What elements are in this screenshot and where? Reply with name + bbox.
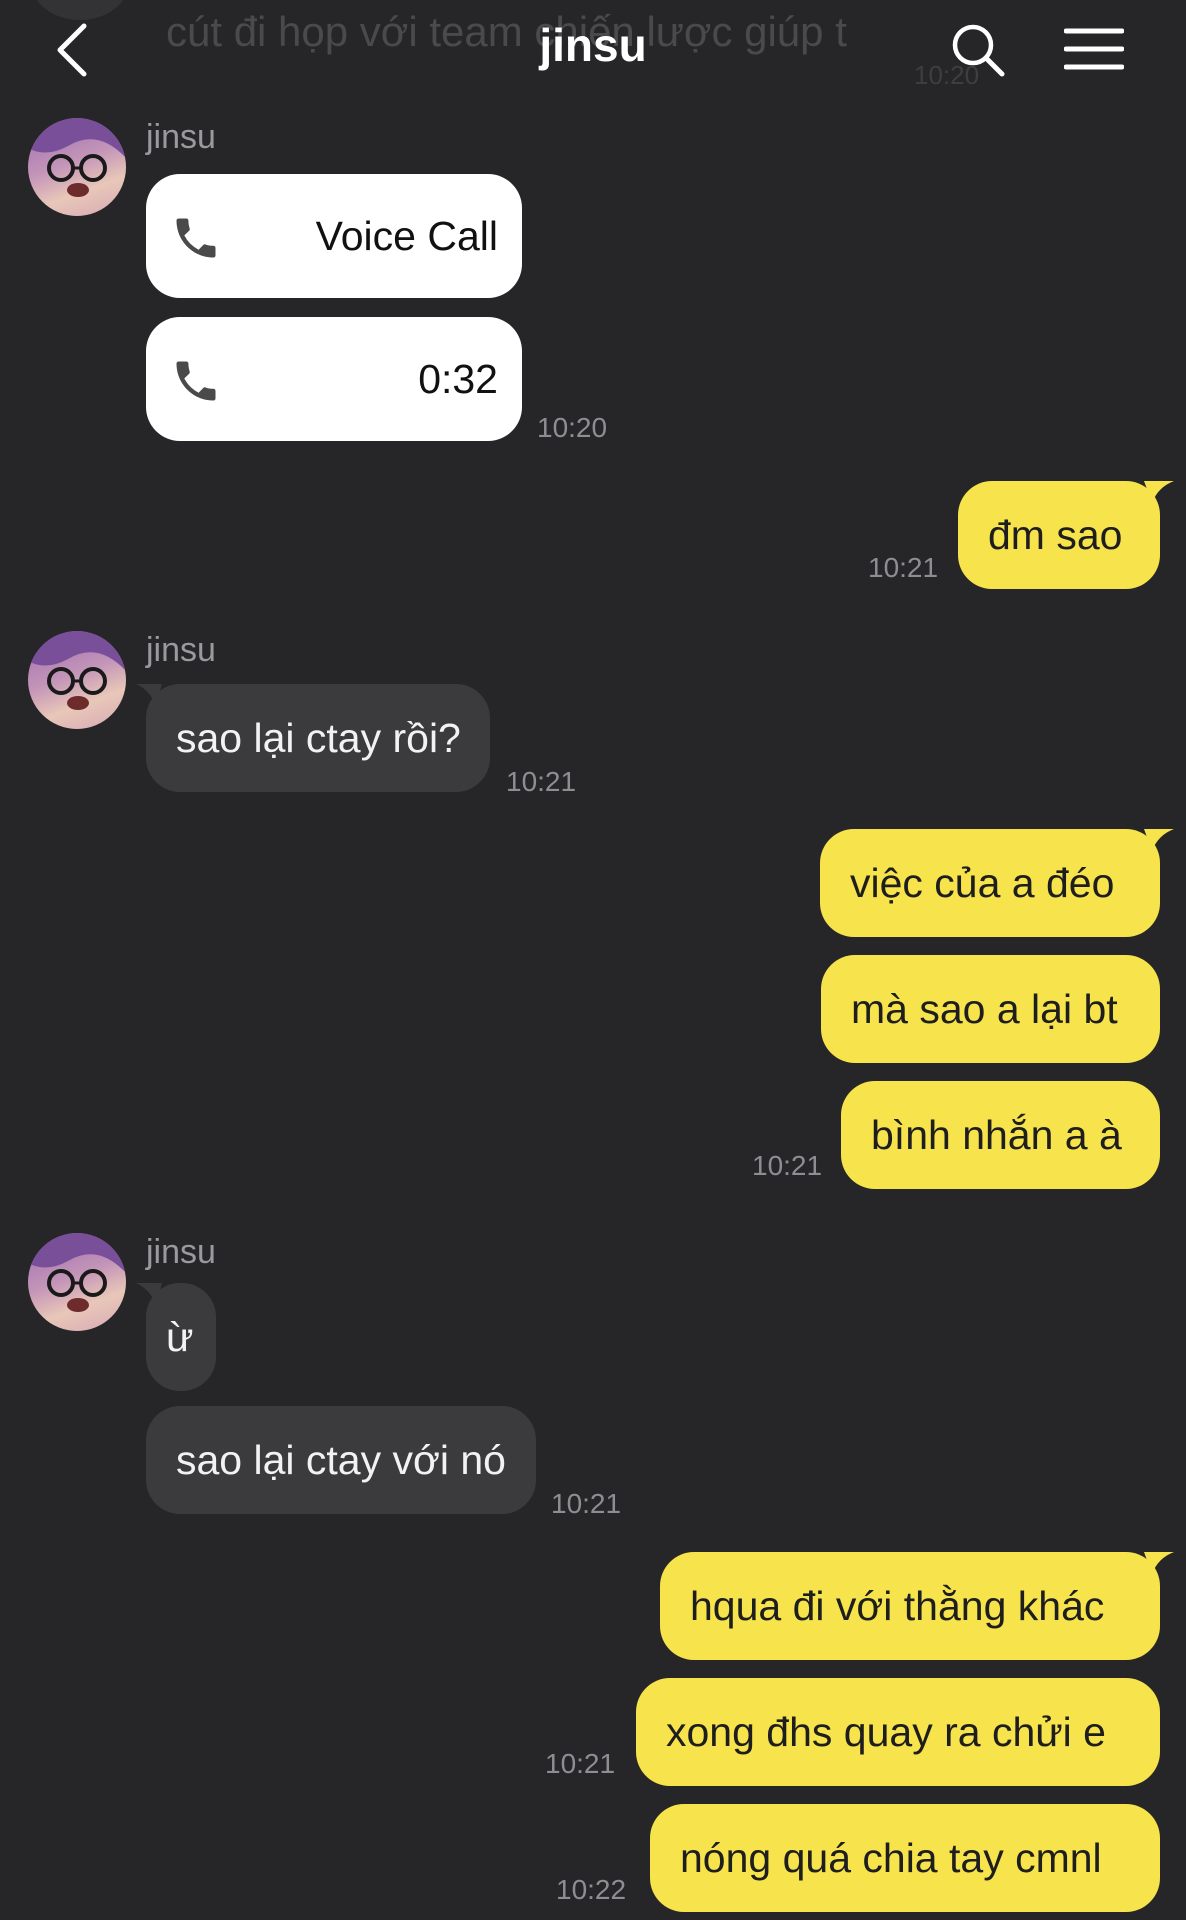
message-time: 10:20 xyxy=(537,412,608,443)
outgoing-message[interactable]: bình nhắn a à xyxy=(841,1081,1160,1189)
avatar[interactable] xyxy=(28,631,126,729)
chat-header: cút đi họp với team chiến lược giúp t 10… xyxy=(0,0,1186,110)
bubble-tail xyxy=(1144,829,1174,851)
sender-name: jinsu xyxy=(146,631,216,669)
phone-icon xyxy=(176,361,216,401)
outgoing-message[interactable]: xong đhs quay ra chửi e xyxy=(636,1678,1160,1786)
outgoing-message[interactable]: hqua đi với thằng khác xyxy=(660,1552,1160,1660)
voice-call-label: Voice Call xyxy=(315,213,498,259)
outgoing-message[interactable]: việc của a đéo xyxy=(820,829,1160,937)
menu-icon[interactable] xyxy=(1064,26,1124,72)
phone-icon xyxy=(176,218,216,258)
message-time: 10:22 xyxy=(556,1874,627,1905)
back-icon[interactable] xyxy=(52,22,92,78)
avatar[interactable] xyxy=(28,118,126,216)
message-time: 10:21 xyxy=(752,1150,823,1181)
message-time: 10:21 xyxy=(868,552,939,583)
incoming-message[interactable]: ừ xyxy=(146,1283,216,1391)
bubble-tail xyxy=(1144,1552,1174,1574)
avatar[interactable] xyxy=(28,1233,126,1331)
message-time: 10:21 xyxy=(545,1748,616,1779)
outgoing-message[interactable]: đm sao xyxy=(958,481,1160,589)
call-duration-label: 0:32 xyxy=(418,356,498,402)
voice-call-bubble[interactable]: Voice Call xyxy=(146,174,522,298)
chat-title: jinsu xyxy=(539,19,647,71)
incoming-message[interactable]: sao lại ctay rồi? xyxy=(146,684,490,792)
call-duration-bubble[interactable]: 0:32 xyxy=(146,317,522,441)
bubble-tail xyxy=(1144,481,1174,503)
sender-name: jinsu xyxy=(146,1233,216,1271)
ghost-avatar xyxy=(30,0,130,20)
message-time: 10:21 xyxy=(551,1488,622,1519)
sender-name: jinsu xyxy=(146,118,216,156)
search-icon[interactable] xyxy=(948,20,1008,80)
outgoing-message[interactable]: nóng quá chia tay cmnl xyxy=(650,1804,1160,1912)
outgoing-message[interactable]: mà sao a lại bt xyxy=(821,955,1160,1063)
incoming-message[interactable]: sao lại ctay với nó xyxy=(146,1406,536,1514)
message-time: 10:21 xyxy=(506,766,577,797)
